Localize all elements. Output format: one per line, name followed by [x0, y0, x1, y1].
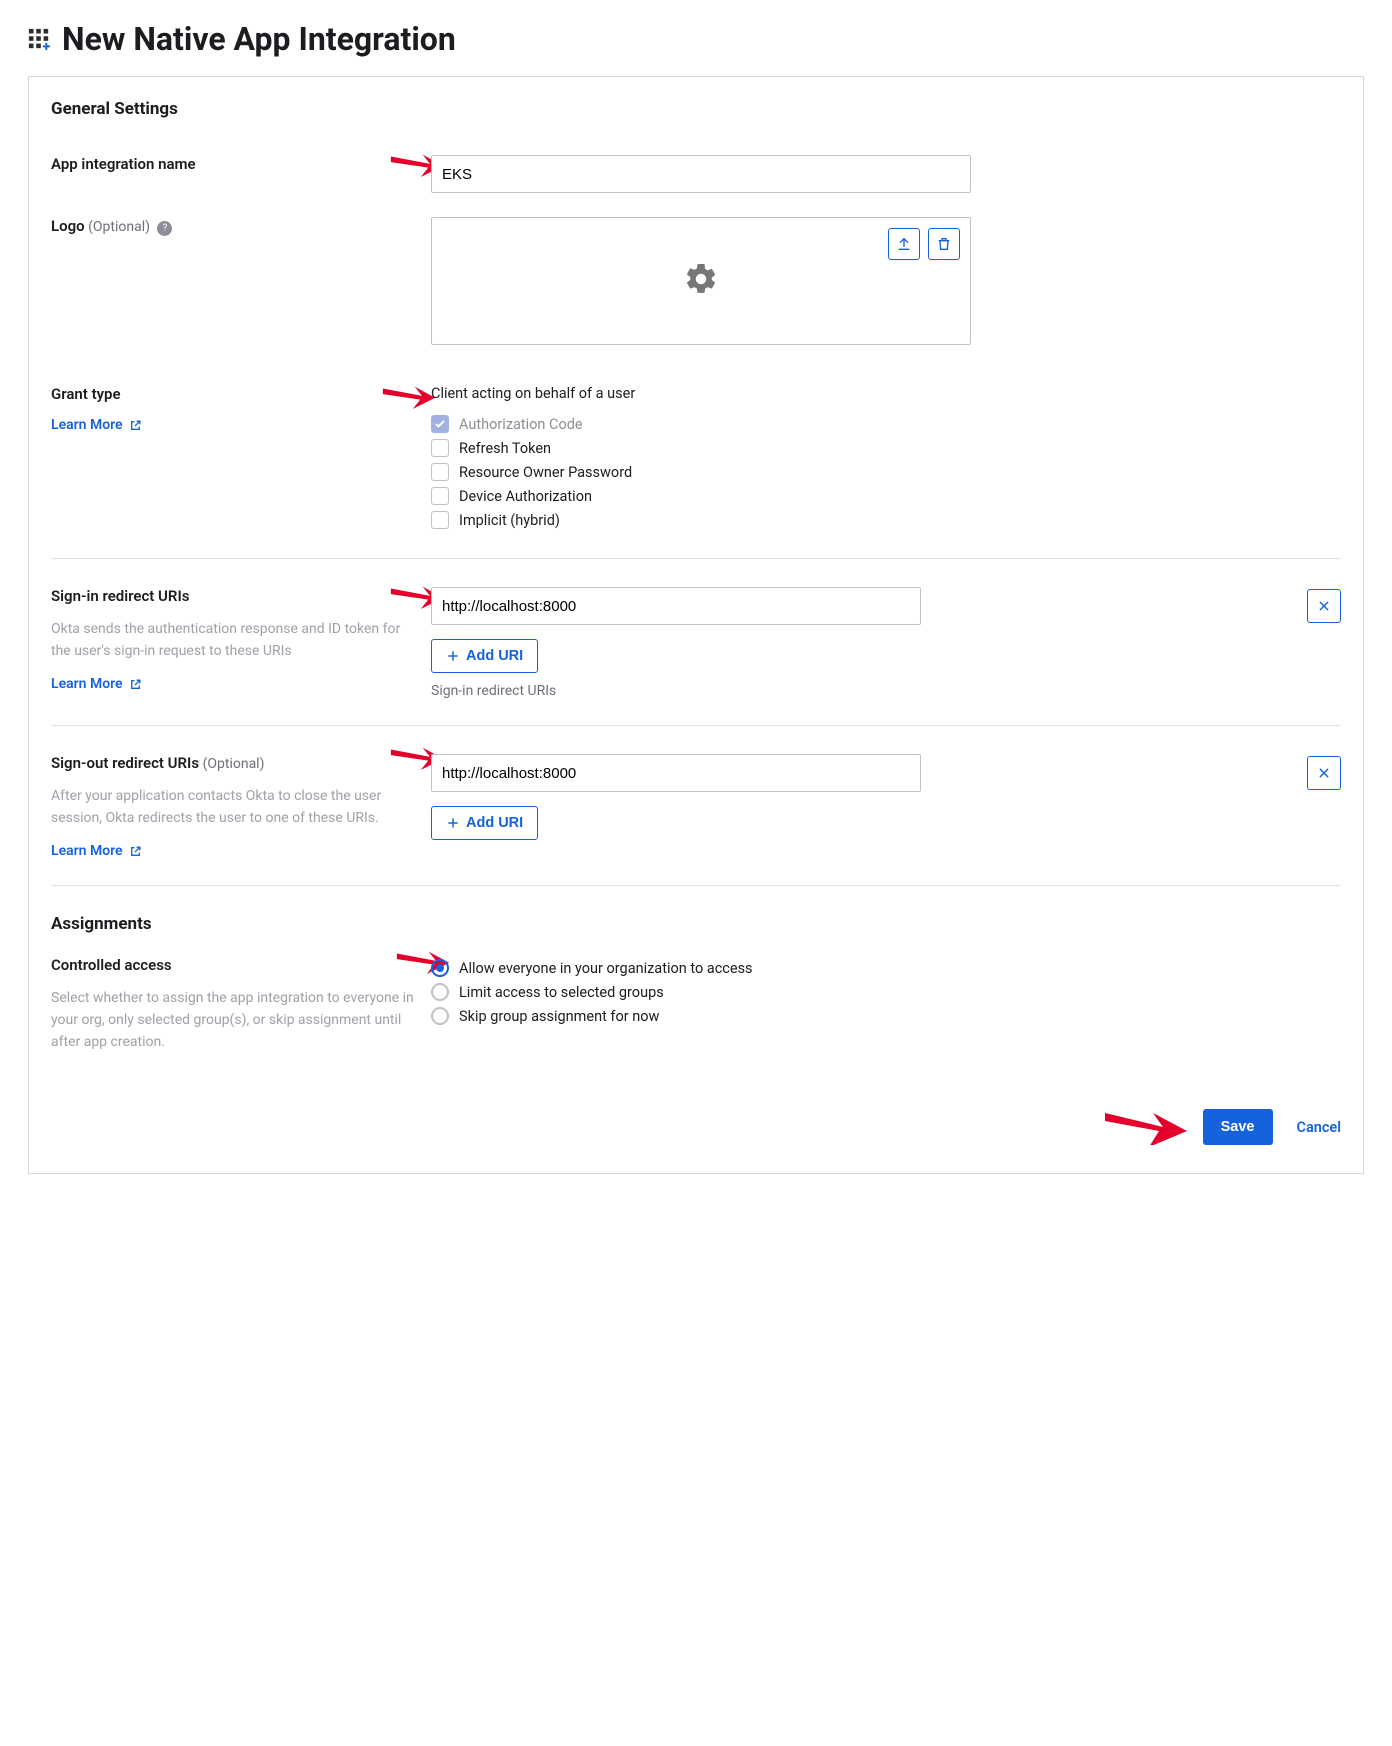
checkbox-icon: [431, 439, 449, 457]
close-icon: [1317, 599, 1331, 613]
upload-logo-button[interactable]: [888, 228, 920, 260]
signout-optional: (Optional): [203, 756, 265, 772]
help-icon[interactable]: ?: [157, 221, 172, 236]
signout-uris-help: After your application contacts Okta to …: [51, 786, 419, 829]
app-grid-icon: [28, 28, 50, 50]
section-general-settings: General Settings: [51, 99, 1341, 119]
signin-uri-hint: Sign-in redirect URIs: [431, 683, 1341, 699]
radio-icon: [431, 959, 449, 977]
controlled-access-help: Select whether to assign the app integra…: [51, 988, 419, 1053]
signout-uri-delete-button[interactable]: [1307, 756, 1341, 790]
save-button[interactable]: Save: [1203, 1109, 1273, 1145]
external-link-icon: [129, 419, 142, 432]
section-assignments: Assignments: [51, 914, 152, 934]
signout-uri-input[interactable]: [431, 754, 921, 792]
grant-option-refresh-token[interactable]: Refresh Token: [431, 436, 1341, 460]
signin-uri-delete-button[interactable]: [1307, 589, 1341, 623]
logo-dropzone[interactable]: [431, 217, 971, 345]
signin-add-uri-button[interactable]: Add URI: [431, 639, 538, 673]
grant-option-implicit[interactable]: Implicit (hybrid): [431, 508, 1341, 532]
close-icon: [1317, 766, 1331, 780]
external-link-icon: [129, 845, 142, 858]
external-link-icon: [129, 678, 142, 691]
page-title: New Native App Integration: [62, 20, 456, 58]
signout-add-uri-button[interactable]: Add URI: [431, 806, 538, 840]
grant-learn-more-link[interactable]: Learn More: [51, 417, 142, 433]
signin-learn-more-link[interactable]: Learn More: [51, 676, 142, 692]
controlled-access-label: Controlled access: [51, 956, 419, 974]
signin-uris-help: Okta sends the authentication response a…: [51, 619, 419, 662]
checkbox-icon: [431, 511, 449, 529]
signout-uris-label: Sign-out redirect URIs: [51, 754, 199, 772]
grant-sub-label: Client acting on behalf of a user: [431, 385, 1341, 402]
access-option-selected-groups[interactable]: Limit access to selected groups: [431, 980, 1341, 1004]
checkbox-icon: [431, 463, 449, 481]
cancel-button[interactable]: Cancel: [1297, 1119, 1342, 1136]
grant-type-label: Grant type: [51, 385, 419, 403]
radio-icon: [431, 983, 449, 1001]
checkbox-icon: [431, 487, 449, 505]
grant-option-authorization-code: Authorization Code: [431, 412, 1341, 436]
app-name-label: App integration name: [51, 155, 196, 173]
gear-icon: [683, 261, 719, 301]
plus-icon: [446, 649, 460, 663]
signout-learn-more-link[interactable]: Learn More: [51, 843, 142, 859]
access-option-skip[interactable]: Skip group assignment for now: [431, 1004, 1341, 1028]
signin-uri-input[interactable]: [431, 587, 921, 625]
logo-optional: (Optional): [88, 219, 150, 235]
app-name-input[interactable]: [431, 155, 971, 193]
plus-icon: [446, 816, 460, 830]
grant-option-resource-owner-password[interactable]: Resource Owner Password: [431, 460, 1341, 484]
checkbox-icon: [431, 415, 449, 433]
delete-logo-button[interactable]: [928, 228, 960, 260]
radio-icon: [431, 1007, 449, 1025]
logo-label: Logo: [51, 217, 85, 235]
access-option-everyone[interactable]: Allow everyone in your organization to a…: [431, 956, 1341, 980]
signin-uris-label: Sign-in redirect URIs: [51, 587, 419, 605]
grant-option-device-authorization[interactable]: Device Authorization: [431, 484, 1341, 508]
